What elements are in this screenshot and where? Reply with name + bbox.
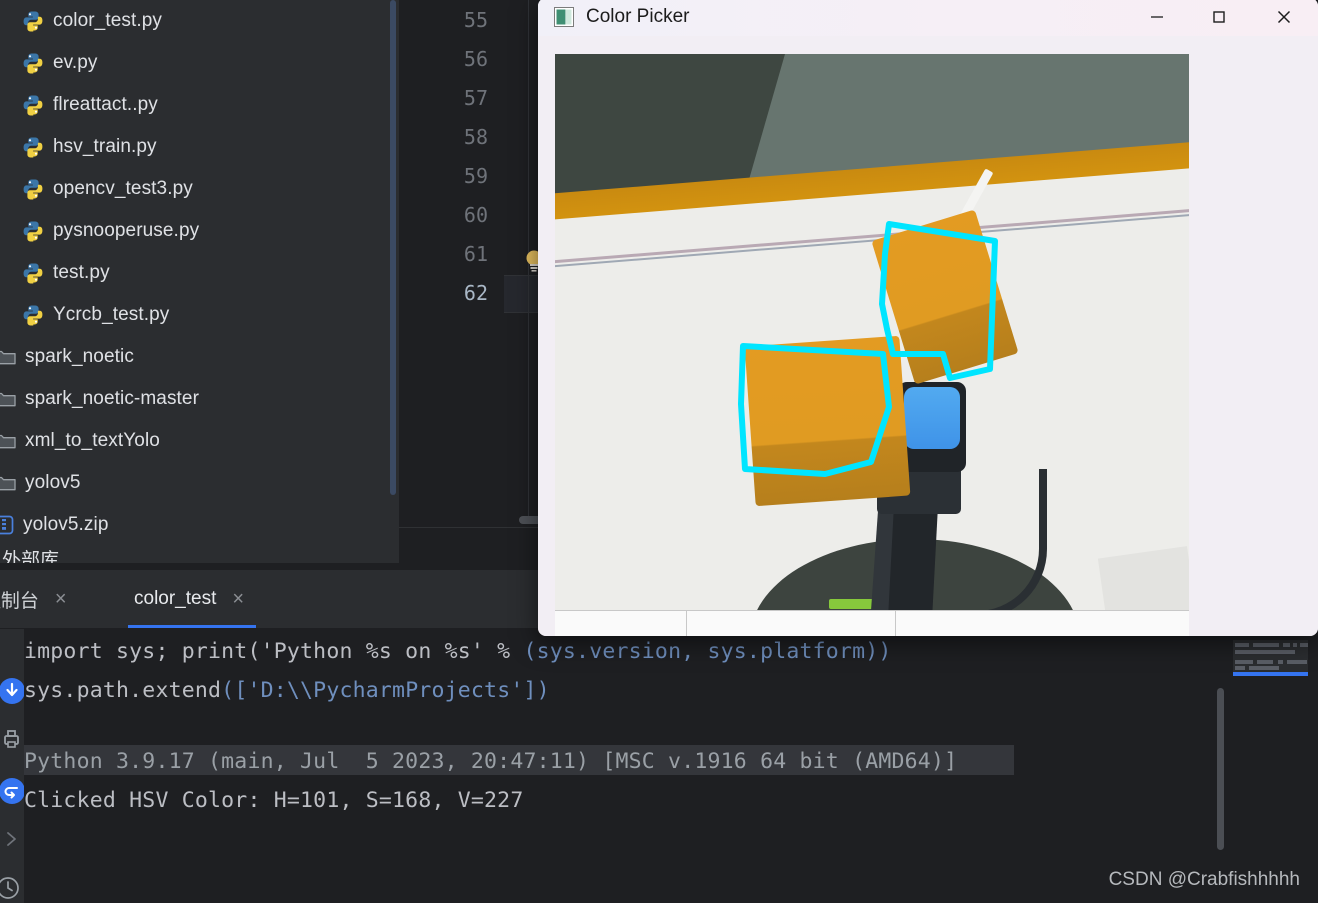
file-tree-scrollbar[interactable] bbox=[390, 0, 396, 495]
file-tree-item-label: color_test.py bbox=[53, 10, 163, 31]
file-tree-item-xml-to-textyolo[interactable]: xml_to_textYolo bbox=[0, 420, 399, 462]
color-swatch-icon bbox=[554, 7, 574, 27]
file-tree-item-yolov5-zip[interactable]: yolov5.zip bbox=[0, 504, 399, 546]
watermark-text: CSDN @Crabfishhhhh bbox=[1108, 869, 1300, 890]
print-icon[interactable] bbox=[0, 727, 24, 756]
console-line-2: Python 3.9.17 (main, Jul 5 2023, 20:47:1… bbox=[24, 749, 958, 774]
line-number-61: 61 bbox=[463, 242, 488, 266]
editor-gutter[interactable]: 55 56 57 58 59 60 61 62 bbox=[399, 0, 504, 563]
file-tree-item-label: spark_noetic-master bbox=[25, 388, 200, 409]
console-vertical-scrollbar[interactable] bbox=[1217, 688, 1224, 850]
color-picker-statusbar bbox=[555, 610, 1189, 636]
line-number-62: 62 bbox=[463, 281, 488, 305]
line-number-57: 57 bbox=[463, 86, 488, 110]
color-picker-titlebar[interactable]: Color Picker bbox=[538, 0, 1318, 36]
console-tab-color-test-close-icon[interactable]: × bbox=[232, 589, 244, 609]
statusbar-cell-1 bbox=[687, 611, 896, 636]
console-tab-color-test[interactable]: color_test × bbox=[134, 570, 244, 628]
file-tree-item-color-test-py[interactable]: color_test.py bbox=[0, 0, 399, 42]
console-line-0: import sys; print('Python %s on %s' % (s… bbox=[24, 639, 892, 664]
python-file-icon bbox=[22, 94, 44, 116]
file-tree-item-ycrcb-test-py[interactable]: Ycrcb_test.py bbox=[0, 294, 399, 336]
detected-contour-overlay bbox=[738, 221, 998, 477]
camera-image-canvas[interactable] bbox=[555, 54, 1189, 610]
console-tab-python[interactable]: n 控制台 × bbox=[0, 570, 67, 628]
python-file-icon bbox=[22, 178, 44, 200]
statusbar-cell-2 bbox=[896, 611, 1189, 636]
folder-icon bbox=[0, 390, 16, 408]
line-number-60: 60 bbox=[463, 203, 488, 227]
folder-icon bbox=[0, 348, 16, 366]
editor-minimap[interactable] bbox=[1233, 640, 1308, 676]
file-tree-bottom-strip bbox=[0, 541, 399, 563]
color-picker-title: Color Picker bbox=[586, 6, 690, 27]
console-line-3: Clicked HSV Color: H=101, S=168, V=227 bbox=[24, 788, 524, 813]
console-tab-python-close-icon[interactable]: × bbox=[55, 589, 67, 609]
line-number-59: 59 bbox=[463, 164, 488, 188]
folder-icon bbox=[0, 474, 16, 492]
file-tree-item-label: opencv_test3.py bbox=[53, 178, 193, 199]
file-tree-item-label: hsv_train.py bbox=[53, 136, 157, 157]
color-picker-window[interactable]: Color Picker bbox=[538, 0, 1318, 636]
minimize-button[interactable] bbox=[1126, 0, 1188, 36]
window-controls[interactable] bbox=[1126, 0, 1318, 36]
file-tree-item-label: yolov5.zip bbox=[23, 514, 109, 535]
line-number-55: 55 bbox=[463, 8, 488, 32]
file-tree-item-label: Ycrcb_test.py bbox=[53, 304, 170, 325]
archive-icon bbox=[0, 515, 14, 535]
console-tab-color-test-label: color_test bbox=[134, 588, 217, 609]
file-tree-item-hsv-train-py[interactable]: hsv_train.py bbox=[0, 126, 399, 168]
file-tree-item-yolov5[interactable]: yolov5 bbox=[0, 462, 399, 504]
chevron-right-icon[interactable] bbox=[2, 829, 22, 854]
file-tree-item-label: yolov5 bbox=[25, 472, 81, 493]
statusbar-cell-0 bbox=[555, 611, 687, 636]
file-tree-item-test-py[interactable]: test.py bbox=[0, 252, 399, 294]
file-tree-item-opencv-test3-py[interactable]: opencv_test3.py bbox=[0, 168, 399, 210]
console-tab-active-indicator bbox=[128, 625, 256, 628]
color-picker-client-area bbox=[538, 36, 1318, 636]
file-tree-item-label: spark_noetic bbox=[25, 346, 134, 367]
external-libraries-label[interactable]: 外部库 bbox=[0, 545, 59, 563]
file-tree-item-label: ev.py bbox=[53, 52, 98, 73]
file-tree-item-flreattact-py[interactable]: flreattact..py bbox=[0, 84, 399, 126]
file-tree-item-ev-py[interactable]: ev.py bbox=[0, 42, 399, 84]
file-tree-item-label: flreattact..py bbox=[53, 94, 158, 115]
file-tree-item-spark-noetic-master[interactable]: spark_noetic-master bbox=[0, 378, 399, 420]
python-file-icon bbox=[22, 262, 44, 284]
console-line-1: sys.path.extend(['D:\\PycharmProjects']) bbox=[24, 678, 550, 703]
line-number-56: 56 bbox=[463, 47, 488, 71]
file-tree-item-label: xml_to_textYolo bbox=[25, 430, 160, 451]
python-file-icon bbox=[22, 10, 44, 32]
file-tree-item-label: test.py bbox=[53, 262, 110, 283]
file-tree-item-label: pysnooperuse.py bbox=[53, 220, 200, 241]
folder-icon bbox=[0, 432, 16, 450]
file-tree-item-spark-noetic[interactable]: spark_noetic bbox=[0, 336, 399, 378]
python-file-icon bbox=[22, 220, 44, 242]
file-tree-item-pysnooperuse-py[interactable]: pysnooperuse.py bbox=[0, 210, 399, 252]
project-file-tree[interactable]: color_test.py ev.py flreattact..py hsv_trai… bbox=[0, 0, 399, 563]
python-file-icon bbox=[22, 304, 44, 326]
python-file-icon bbox=[22, 136, 44, 158]
console-output[interactable]: import sys; print('Python %s on %s' % (s… bbox=[24, 629, 1318, 903]
maximize-button[interactable] bbox=[1188, 0, 1250, 36]
history-clock-icon[interactable] bbox=[0, 874, 22, 903]
close-button[interactable] bbox=[1250, 0, 1318, 36]
console-toolbar[interactable] bbox=[0, 629, 25, 903]
python-file-icon bbox=[22, 52, 44, 74]
line-number-58: 58 bbox=[463, 125, 488, 149]
console-tab-python-label: n 控制台 bbox=[0, 590, 39, 612]
